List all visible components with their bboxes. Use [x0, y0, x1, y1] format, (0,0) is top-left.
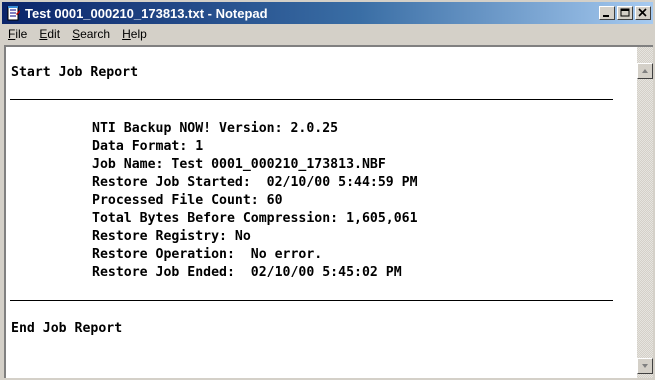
scroll-down-button[interactable]	[637, 358, 653, 374]
maximize-icon	[620, 8, 630, 17]
minimize-icon	[603, 15, 609, 17]
window-title: Test 0001_000210_173813.txt - Notepad	[25, 5, 268, 21]
report-line: Restore Job Started: 02/10/00 5:44:59 PM	[92, 175, 418, 190]
separator-top	[10, 99, 613, 100]
report-end-line: End Job Report	[11, 321, 123, 336]
report-line: Total Bytes Before Compression: 1,605,06…	[92, 211, 418, 226]
menu-bar: File Edit Search Help	[2, 25, 653, 44]
menu-search[interactable]: Search	[66, 25, 116, 44]
report-line: Restore Operation: No error.	[92, 247, 323, 262]
report-line: Data Format: 1	[92, 139, 204, 154]
maximize-button[interactable]	[617, 6, 633, 20]
menu-file[interactable]: File	[2, 25, 33, 44]
title-bar[interactable]: Test 0001_000210_173813.txt - Notepad	[2, 2, 653, 24]
notepad-icon[interactable]	[5, 5, 21, 21]
vertical-scrollbar[interactable]	[637, 47, 653, 378]
menu-edit[interactable]: Edit	[33, 25, 66, 44]
separator-bottom	[10, 300, 613, 301]
window-controls	[599, 6, 651, 20]
report-line: Job Name: Test 0001_000210_173813.NBF	[92, 157, 386, 172]
scroll-up-button[interactable]	[637, 63, 653, 79]
report-line: Restore Job Ended: 02/10/00 5:45:02 PM	[92, 265, 402, 280]
editor-frame: Start Job Report NTI Backup NOW! Version…	[4, 45, 653, 378]
report-line: Restore Registry: No	[92, 229, 251, 244]
scroll-up-arrow-icon	[642, 69, 648, 73]
minimize-button[interactable]	[599, 6, 615, 20]
report-start-line: Start Job Report	[11, 65, 139, 80]
report-line: NTI Backup NOW! Version: 2.0.25	[92, 121, 339, 136]
close-icon	[638, 8, 647, 17]
close-button[interactable]	[635, 6, 651, 20]
menu-help[interactable]: Help	[116, 25, 153, 44]
scroll-down-arrow-icon	[642, 364, 648, 368]
text-editor[interactable]: Start Job Report NTI Backup NOW! Version…	[6, 47, 635, 378]
notepad-window: Test 0001_000210_173813.txt - Notepad Fi…	[0, 0, 655, 380]
report-line: Processed File Count: 60	[92, 193, 283, 208]
